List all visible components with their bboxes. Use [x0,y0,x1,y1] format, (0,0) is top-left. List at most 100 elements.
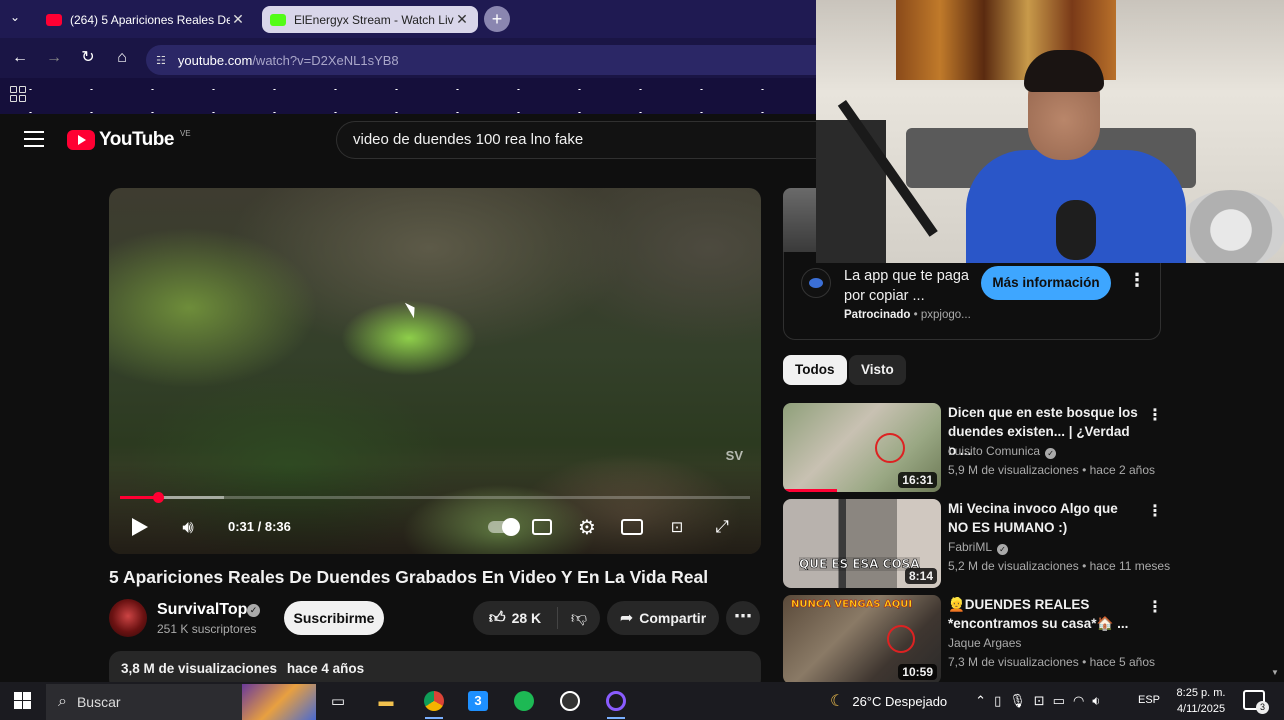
microphone [1056,200,1096,260]
site-info-icon[interactable]: ☷ [156,54,166,67]
reload-icon[interactable]: ↻ [76,46,100,70]
settings-gear-icon[interactable]: ⚙ [575,514,599,540]
video-thumbnail[interactable]: NUNCA VENGAS AQUI 10:59 [783,595,941,684]
wifi-icon[interactable]: ◠ [1073,693,1084,709]
scroll-down-arrow-icon[interactable]: ▼ [1271,668,1279,677]
progress-buffered [158,496,224,499]
obs-icon[interactable] [555,686,585,716]
forward-arrow-icon[interactable]: → [42,46,66,70]
dislike-button[interactable]: 👎︎ [558,609,600,628]
ad-thumbnail[interactable] [783,188,816,252]
volume-icon[interactable]: 🔊︎ [176,514,200,540]
autoplay-toggle[interactable] [484,514,522,540]
recommended-title[interactable]: 👱DUENDES REALES *encontramos su casa*🏠 .… [948,595,1138,633]
like-dislike-group: 👍︎ 28 K 👎︎ [473,601,600,635]
home-icon[interactable]: ⌂ [110,46,134,70]
subscribe-button[interactable]: Suscribirme [284,601,384,635]
search-placeholder: Buscar [76,694,121,710]
recommended-video[interactable]: 16:31 Dicen que en este bosque los duend… [783,403,1283,493]
views: 5,9 M de visualizaciones [948,463,1079,477]
tab-search-chevron-icon[interactable]: ⌄ [10,10,20,24]
search-icon: ⌕ [58,693,67,710]
youtube-logo[interactable]: YouTube VE [67,129,191,151]
app-circle-icon[interactable] [601,686,631,719]
windows-start-icon[interactable] [14,692,31,709]
taskbar-clock[interactable]: 8:25 p. m. 4/11/2025 [1170,685,1232,717]
video-menu-icon[interactable]: ⋮ [1147,501,1163,521]
region-code: VE [179,129,191,138]
video-thumbnail[interactable]: 16:31 [783,403,941,492]
video-thumbnail[interactable]: QUE ES ESA COSA 8:14 [783,499,941,588]
device-icon[interactable]: ▯ [994,693,1001,709]
chrome-icon[interactable] [419,686,449,719]
recording-icon[interactable]: ⊡ [1034,693,1045,709]
miniplayer-icon[interactable] [620,514,644,540]
new-tab-plus-icon[interactable]: + [484,6,510,32]
apps-grid-icon[interactable] [10,86,26,102]
channel-name: Luisito Comunica [948,444,1041,458]
like-button[interactable]: 👍︎ 28 K [473,607,558,629]
video-player[interactable]: SV [109,188,761,554]
play-button[interactable] [128,514,152,540]
verified-check-icon: ✓ [247,604,260,617]
system-tray: ☾ 26°C Despejado ⌃ ▯ 🎙︎ ⊡ ▭ ◠ 🔉︎ [830,682,1101,720]
microphone-icon[interactable]: 🎙︎ [1009,693,1026,709]
input-language[interactable]: ESP [1138,694,1160,706]
thumbnail-text: QUE ES ESA COSA [799,557,920,572]
cast-icon[interactable]: ⊡ [665,514,689,540]
url-path: /watch?v=D2XeNL1sYB8 [252,52,399,68]
file-explorer-icon[interactable]: ▬ [371,686,401,716]
video-duration: 16:31 [898,472,937,488]
channel-avatar[interactable] [109,599,147,637]
close-tab-icon[interactable]: ✕ [454,11,470,28]
age: hace 2 años [1089,463,1155,477]
address-bar[interactable]: ☷ youtube.com/watch?v=D2XeNL1sYB8 [146,45,816,75]
recommended-video[interactable]: QUE ES ESA COSA 8:14 Mi Vecina invoco Al… [783,499,1283,589]
video-menu-icon[interactable]: ⋮ [1147,597,1163,617]
video-menu-icon[interactable]: ⋮ [1147,405,1163,425]
webcam-overlay [816,0,1284,263]
subtitles-icon[interactable] [530,514,554,540]
channel-watermark: SV [725,448,743,463]
tab-kick-stream[interactable]: ElEnergyx Stream - Watch Live ✕ [262,6,478,33]
recommended-channel[interactable]: Jaque Argaes [948,636,1021,650]
recommended-video[interactable]: NUNCA VENGAS AQUI 10:59 👱DUENDES REALES … [783,595,1283,685]
spotify-icon[interactable] [509,686,539,716]
ad-title[interactable]: La app que te paga por copiar ... [844,266,974,306]
more-actions-icon[interactable]: ⋯ [726,601,760,635]
recommended-channel[interactable]: Luisito Comunica ✓ [948,444,1057,459]
progress-scrubber-handle[interactable] [153,492,164,503]
speaker-icon[interactable]: 🔉︎ [1092,693,1100,709]
close-tab-icon[interactable]: ✕ [230,11,246,28]
recommended-channel[interactable]: FabriML ✓ [948,540,1009,555]
channel-name[interactable]: SurvivalTops [157,601,256,619]
recommended-title[interactable]: Mi Vecina invoco Algo que NO ES HUMANO :… [948,499,1138,537]
search-highlight-image[interactable] [242,684,316,720]
bookmarks-bar [0,78,816,114]
share-arrow-icon: ➦ [619,610,634,627]
app-3-icon[interactable]: 3 [463,686,493,716]
red-circle-marker [887,625,915,653]
recommended-meta: 5,9 M de visualizaciones • hace 2 años [948,463,1155,477]
youtube-wordmark: YouTube [99,129,174,150]
hamburger-menu-icon[interactable] [24,131,44,147]
share-button[interactable]: ➦ Compartir [607,601,719,635]
back-arrow-icon[interactable]: ← [8,46,32,70]
notifications-icon[interactable]: 3 [1243,690,1269,714]
ad-menu-icon[interactable]: ⋮ [1128,270,1146,291]
chip-all[interactable]: Todos [783,355,847,385]
chip-watched[interactable]: Visto [849,355,906,385]
recommended-meta: 7,3 M de visualizaciones • hace 5 años [948,655,1155,669]
ad-more-info-button[interactable]: Más información [981,266,1111,300]
battery-icon[interactable]: ▭ [1053,693,1065,709]
thumbnail-text: NUNCA VENGAS AQUI [791,599,913,610]
fullscreen-icon[interactable]: ⤢ [710,514,734,540]
search-input[interactable]: video de duendes 100 rea lno fake [336,121,816,159]
tab-youtube[interactable]: (264) 5 Apariciones Reales De D ✕ [38,6,254,33]
player-controls-gradient [109,464,761,554]
thumbs-up-icon: 👍︎ [488,609,506,627]
tray-overflow-chevron-icon[interactable]: ⌃ [975,693,986,709]
weather-text[interactable]: 26°C Despejado [852,694,947,709]
task-view-icon[interactable]: ▭ [323,686,353,716]
moon-weather-icon: ☾ [830,693,845,710]
